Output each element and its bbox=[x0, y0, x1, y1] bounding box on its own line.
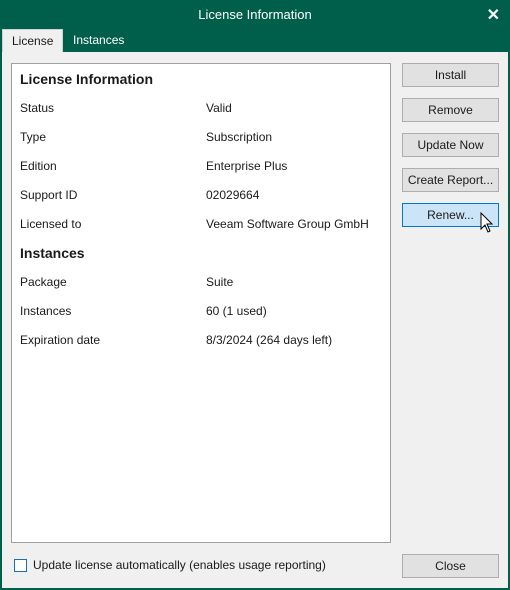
type-label: Type bbox=[20, 130, 47, 144]
instances-value: 60 (1 used) bbox=[206, 304, 267, 318]
edition-label: Edition bbox=[20, 159, 57, 173]
edition-value: Enterprise Plus bbox=[206, 159, 288, 173]
licensed-to-value: Veeam Software Group GmbH bbox=[206, 217, 369, 231]
tab-instances[interactable]: Instances bbox=[64, 29, 133, 52]
package-value: Suite bbox=[206, 275, 234, 289]
instances-label: Instances bbox=[20, 304, 72, 318]
instances-heading: Instances bbox=[20, 245, 85, 261]
license-info-heading: License Information bbox=[20, 71, 154, 87]
auto-update-checkbox[interactable] bbox=[14, 559, 27, 572]
expiration-date-value: 8/3/2024 (264 days left) bbox=[206, 333, 333, 347]
window-title: License Information bbox=[198, 7, 312, 22]
create-report-button[interactable]: Create Report... bbox=[402, 168, 499, 192]
title-bar: License Information ✕ bbox=[0, 0, 510, 30]
install-button[interactable]: Install bbox=[402, 63, 499, 87]
close-icon[interactable]: ✕ bbox=[487, 5, 500, 25]
support-id-value: 02029664 bbox=[206, 188, 260, 202]
tab-license[interactable]: License bbox=[2, 29, 64, 54]
close-button[interactable]: Close bbox=[402, 554, 499, 578]
licensed-to-label: Licensed to bbox=[20, 217, 82, 231]
auto-update-label[interactable]: Update license automatically (enables us… bbox=[33, 558, 326, 572]
package-label: Package bbox=[20, 275, 67, 289]
status-value: Valid bbox=[206, 101, 232, 115]
update-now-button[interactable]: Update Now bbox=[402, 133, 499, 157]
mouse-cursor-icon bbox=[480, 212, 494, 233]
type-value: Subscription bbox=[206, 130, 273, 144]
status-label: Status bbox=[20, 101, 55, 115]
support-id-label: Support ID bbox=[20, 188, 78, 202]
license-info-panel: License Information Status Valid Type Su… bbox=[11, 63, 391, 543]
remove-button[interactable]: Remove bbox=[402, 98, 499, 122]
dialog-body: License Information Status Valid Type Su… bbox=[2, 52, 508, 588]
expiration-date-label: Expiration date bbox=[20, 333, 101, 347]
